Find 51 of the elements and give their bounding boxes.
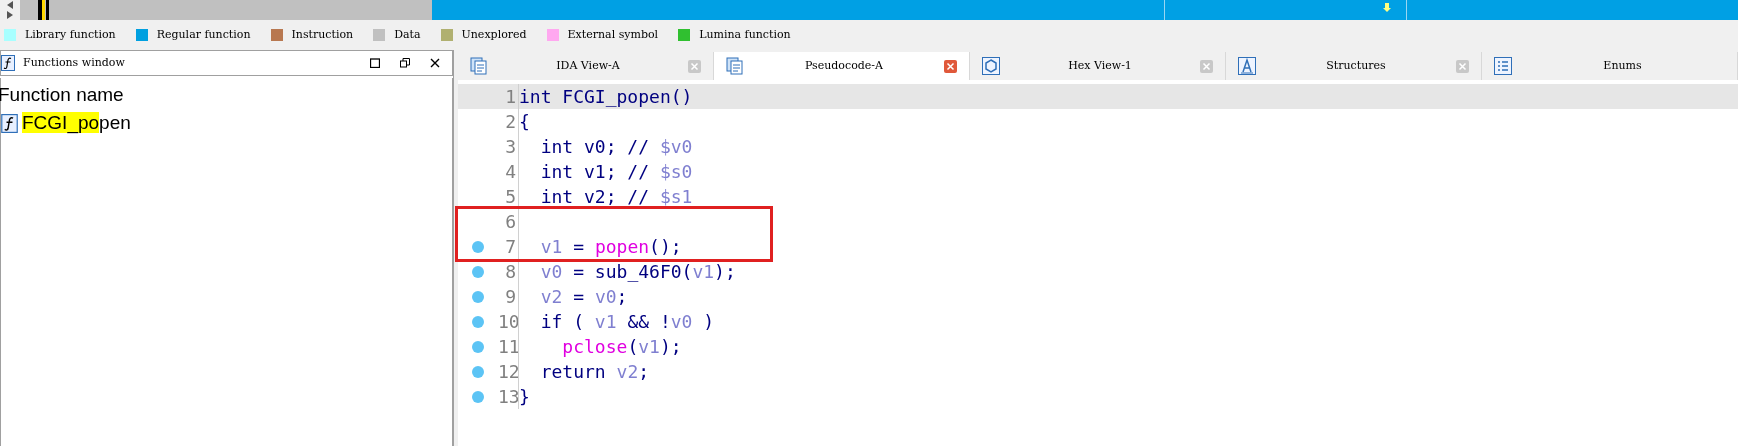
code-line: pclose(v1); (561, 335, 682, 359)
code-line: if ( v1 && !v0 ) (539, 310, 715, 334)
code-line: int FCGI_popen() (519, 85, 693, 109)
scroll-left-icon[interactable] (6, 1, 14, 9)
function-icon (1, 55, 15, 71)
line-number: 5 (504, 185, 516, 209)
line-number: 10 (498, 310, 516, 334)
hexagon-icon (982, 57, 1000, 75)
navigation-band[interactable] (20, 0, 1738, 20)
code-line: } (519, 385, 530, 409)
close-icon[interactable] (430, 58, 440, 68)
line-number: 1 (504, 85, 516, 109)
document-icon (726, 57, 744, 75)
line-number: 6 (504, 210, 516, 234)
tab-close-icon[interactable] (1456, 59, 1469, 73)
line-number: 4 (504, 160, 516, 184)
legend-label: Instruction (291, 26, 354, 43)
struct-icon (1238, 57, 1256, 75)
line-number: 13 (498, 385, 516, 409)
line-number: 8 (504, 260, 516, 284)
line-number: 3 (504, 135, 516, 159)
code-line: return v2; (539, 360, 650, 384)
code-line: v2 = v0; (539, 285, 628, 309)
maximize-icon[interactable] (370, 58, 380, 68)
legend-label: Data (394, 26, 421, 43)
code-line: v0 = sub_46F0(v1); (539, 260, 736, 284)
code-line: int v0; // $v0 (539, 135, 693, 159)
tab-close-icon[interactable] (1200, 59, 1213, 73)
tab-close-icon[interactable] (944, 59, 957, 73)
legend-label: Unexplored (461, 26, 527, 43)
restore-icon[interactable] (400, 58, 410, 68)
legend-label: Library function (25, 26, 116, 43)
line-number: 9 (504, 285, 516, 309)
code-line: int v1; // $s0 (539, 160, 693, 184)
legend-label: Regular function (156, 26, 251, 43)
tab[interactable]: Pseudocode-A (714, 52, 970, 80)
legend-label: External symbol (567, 26, 659, 43)
legend-label: Lumina function (699, 26, 791, 43)
line-number: 7 (504, 235, 516, 259)
code-line: v1 = popen(); (539, 235, 682, 259)
line-number: 2 (504, 110, 516, 134)
line-number: 11 (498, 335, 516, 359)
document-icon (470, 57, 488, 75)
code-line: { (519, 110, 530, 134)
function-icon (1, 113, 18, 133)
column-header[interactable]: Function name (0, 82, 452, 108)
code-line: int v2; // $s1 (539, 185, 693, 209)
tab-close-icon[interactable] (688, 59, 701, 73)
line-number: 12 (498, 360, 516, 384)
list-icon (1494, 57, 1512, 75)
panel-title: Functions window (23, 54, 125, 71)
